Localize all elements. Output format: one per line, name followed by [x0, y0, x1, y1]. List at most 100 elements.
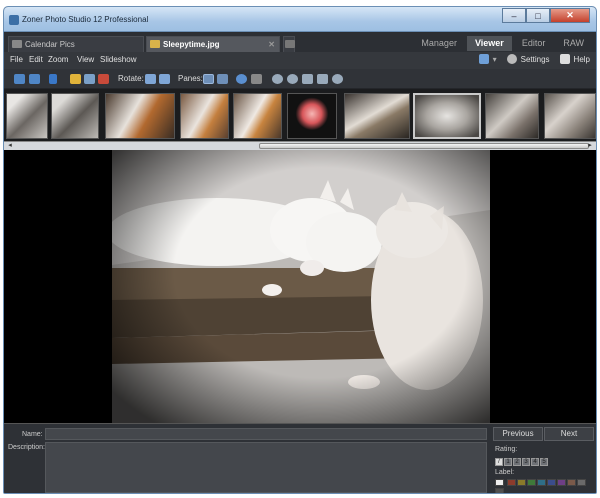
app-icon: [9, 15, 19, 25]
actual-size-icon[interactable]: [302, 74, 313, 84]
info-icon[interactable]: [236, 74, 247, 84]
title-bar: Zoner Photo Studio 12 Professional – □ ✕: [4, 7, 596, 32]
thumbnail[interactable]: [105, 93, 175, 139]
back-arrow-icon[interactable]: [14, 74, 25, 84]
copy-icon[interactable]: [84, 74, 95, 84]
menu-file[interactable]: File: [10, 55, 23, 64]
window-controls: – □ ✕: [502, 8, 590, 23]
label-color-swatch[interactable]: [577, 479, 587, 486]
help-icon: [559, 54, 570, 64]
chevron-down-icon[interactable]: ▾: [493, 55, 497, 64]
new-tab-icon: [285, 40, 295, 48]
thumbnail[interactable]: [51, 93, 99, 139]
info-panel: Name: Description: Previous Next Rating:…: [4, 423, 596, 493]
menu-right: ▾ Settings Help: [475, 54, 590, 64]
rotate-right-icon[interactable]: [159, 74, 170, 84]
app-window: Zoner Photo Studio 12 Professional – □ ✕…: [3, 6, 597, 494]
filmstrip-scrollbar[interactable]: ◂ ▸: [4, 141, 596, 150]
panes-label: Panes:: [178, 74, 203, 83]
label-label: Label:: [495, 469, 515, 476]
tab-editor[interactable]: Editor: [514, 36, 554, 51]
tab-sleepytime[interactable]: Sleepytime.jpg ✕: [146, 36, 280, 52]
image-viewer: [4, 150, 596, 423]
scroll-left-icon[interactable]: ◂: [6, 142, 14, 150]
window-title: Zoner Photo Studio 12 Professional: [22, 15, 149, 24]
rotate-label: Rotate:: [118, 74, 144, 83]
label-color-swatch[interactable]: [517, 479, 527, 486]
description-input[interactable]: [45, 442, 487, 493]
thumbnail[interactable]: [6, 93, 48, 139]
open-folder-icon[interactable]: [70, 74, 81, 84]
label-color-swatch[interactable]: [537, 479, 547, 486]
scroll-right-icon[interactable]: ▸: [586, 142, 594, 150]
label-color-swatch[interactable]: [495, 488, 504, 493]
zoom-out-icon[interactable]: [287, 74, 298, 84]
no-rating-icon[interactable]: /: [495, 458, 503, 466]
label-color-swatch[interactable]: [547, 479, 557, 486]
main-photo: [112, 150, 490, 423]
tab-manager[interactable]: Manager: [413, 36, 465, 51]
fit-window-icon[interactable]: [317, 74, 328, 84]
label-color-swatch[interactable]: [507, 479, 517, 486]
scrollbar-thumb[interactable]: [259, 143, 589, 149]
thumbnail[interactable]: [544, 93, 596, 139]
sleeping-kittens-image: [112, 150, 490, 423]
monitor-icon[interactable]: [478, 54, 489, 64]
rating-4[interactable]: 4: [531, 458, 539, 466]
menu-view[interactable]: View: [77, 55, 94, 64]
label-color-swatch[interactable]: [567, 479, 577, 486]
description-label: Description:: [8, 444, 45, 451]
play-icon[interactable]: [49, 74, 57, 84]
tab-calendar-pics[interactable]: Calendar Pics: [8, 36, 144, 52]
label-color-swatch[interactable]: [527, 479, 537, 486]
thumbnail-selected[interactable]: [413, 93, 481, 139]
rating-5[interactable]: 5: [540, 458, 548, 466]
name-label: Name:: [22, 431, 43, 438]
thumbnail[interactable]: [233, 93, 282, 139]
pointer-icon[interactable]: [251, 74, 262, 84]
menu-zoom[interactable]: Zoom: [48, 55, 68, 64]
settings-menu[interactable]: Settings: [521, 55, 550, 64]
menu-bar: File Edit Zoom View Slideshow ▾ Settings…: [4, 52, 596, 69]
close-tab-icon[interactable]: ✕: [268, 37, 275, 52]
rating-label: Rating:: [495, 446, 518, 453]
name-input[interactable]: [45, 428, 487, 440]
rating-2[interactable]: 2: [513, 458, 521, 466]
filmstrip: [4, 89, 596, 141]
menu-edit[interactable]: Edit: [29, 55, 43, 64]
mode-tabs: Manager Viewer Editor RAW: [411, 36, 592, 51]
label-color-swatch[interactable]: [557, 479, 567, 486]
rotate-left-icon[interactable]: [145, 74, 156, 84]
maximize-button[interactable]: □: [526, 8, 550, 23]
pane-grid-icon[interactable]: [203, 74, 214, 84]
folder-icon: [12, 40, 22, 48]
gear-icon: [506, 54, 517, 64]
thumbnail[interactable]: [287, 93, 337, 139]
previous-button[interactable]: Previous: [493, 427, 543, 441]
tab-viewer[interactable]: Viewer: [466, 36, 512, 51]
rating-1[interactable]: 1: [504, 458, 512, 466]
tab-raw[interactable]: RAW: [555, 36, 592, 51]
image-file-icon: [150, 40, 160, 48]
tab-label: Calendar Pics: [25, 40, 75, 49]
color-label-swatches: [495, 479, 596, 493]
next-button[interactable]: Next: [544, 427, 594, 441]
zoom-in-icon[interactable]: [272, 74, 283, 84]
forward-arrow-icon[interactable]: [29, 74, 40, 84]
zoom-icon[interactable]: [332, 74, 343, 84]
new-tab-button[interactable]: [283, 36, 295, 52]
minimize-button[interactable]: –: [502, 8, 526, 23]
no-label-swatch[interactable]: [495, 479, 504, 486]
rating-control: /1 2 3 4 5: [495, 456, 549, 466]
thumbnail[interactable]: [344, 93, 410, 139]
close-button[interactable]: ✕: [550, 8, 590, 23]
thumbnail[interactable]: [180, 93, 229, 139]
help-menu[interactable]: Help: [574, 55, 590, 64]
pane-map-icon[interactable]: [217, 74, 228, 84]
toolbar: Rotate: Panes:: [4, 69, 596, 89]
tab-label: Sleepytime.jpg: [163, 40, 220, 49]
delete-icon[interactable]: [98, 74, 109, 84]
menu-slideshow[interactable]: Slideshow: [100, 55, 136, 64]
thumbnail[interactable]: [485, 93, 539, 139]
rating-3[interactable]: 3: [522, 458, 530, 466]
